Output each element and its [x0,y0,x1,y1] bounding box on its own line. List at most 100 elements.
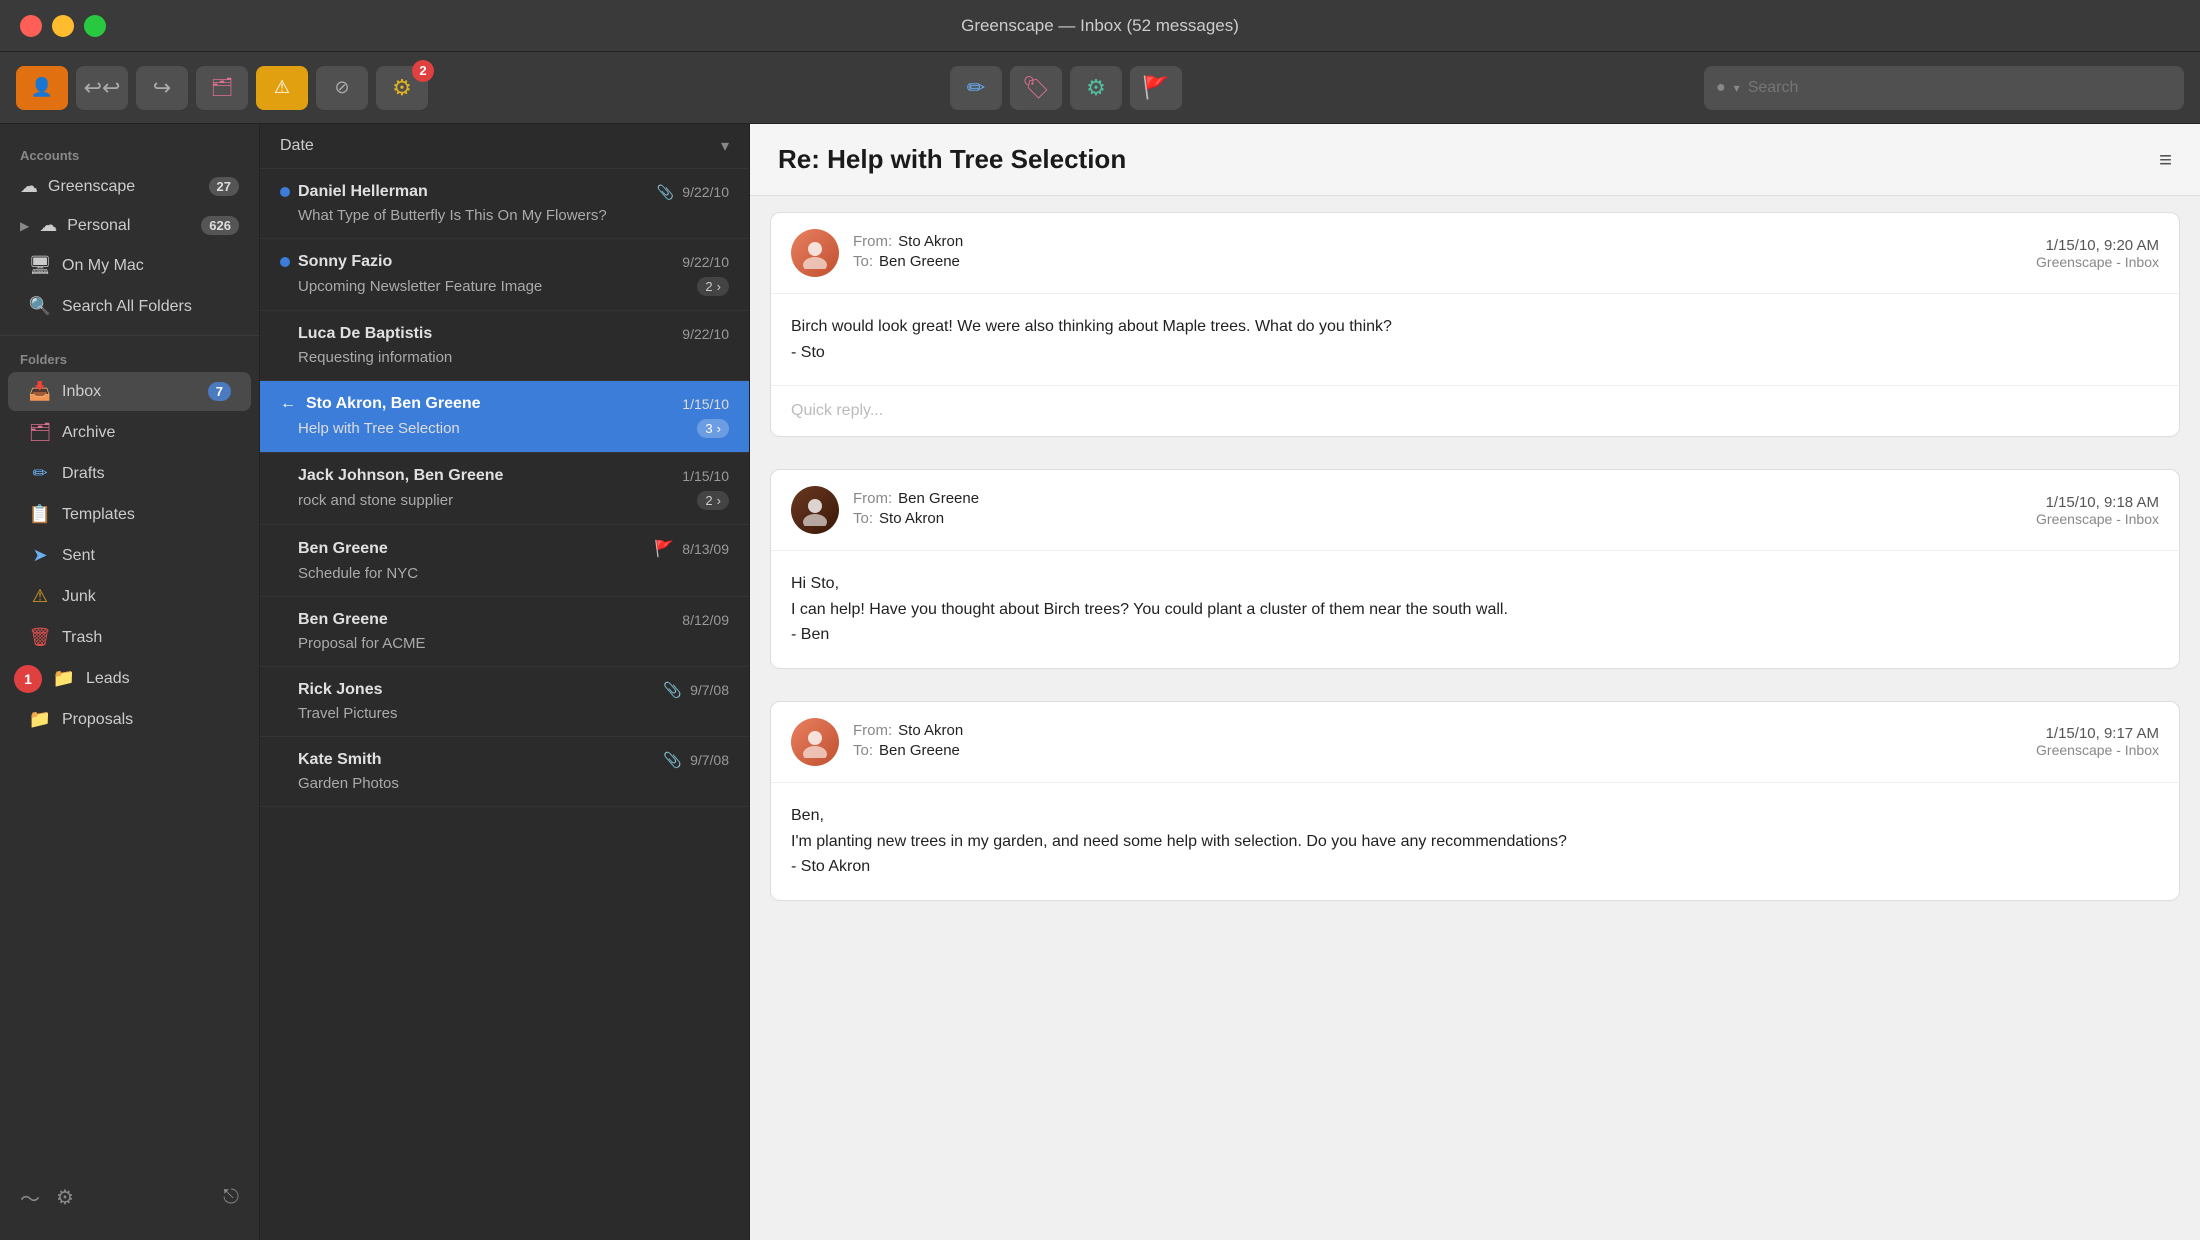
main-layout: Accounts ☁ Greenscape 27 ▶ ☁ Personal 62… [0,124,2200,1240]
archive-icon: 🗂 [211,77,234,98]
tag-icon: 🏷 [1022,75,1050,101]
leads-notification-badge: 1 [14,665,42,693]
sort-chevron-icon[interactable]: ▾ [721,136,729,156]
folders-label: Folders [0,344,259,371]
message-panel: Re: Help with Tree Selection ≡ From: Sto… [750,124,2200,1240]
sidebar-item-junk[interactable]: ⚠ Junk [8,577,251,616]
more-menu-icon[interactable]: ≡ [2159,147,2172,173]
from-name: Ben Greene [898,490,979,507]
thread-subject: Re: Help with Tree Selection [778,144,2159,175]
message-subject: Travel Pictures [280,705,729,722]
proposals-label: Proposals [62,711,231,729]
sidebar-item-templates[interactable]: 📋 Templates [8,495,251,534]
personal-icon: ☁ [39,215,57,236]
email-header: From: Sto Akron To: Ben Greene 1/15/10, … [771,702,2179,783]
sidebar-item-search-all[interactable]: 🔍 Search All Folders [8,287,251,326]
chevron-icon: › [717,421,721,436]
message-sender: Kate Smith [298,751,655,769]
sidebar-item-proposals[interactable]: 📁 Proposals [8,700,251,739]
archive-button[interactable]: 🗂 [196,66,248,110]
sidebar-item-leads[interactable]: 📁 Leads [8,659,251,698]
sidebar-item-on-my-mac[interactable]: 🖥 On My Mac [8,246,251,285]
to-label: To: [853,742,873,759]
email-account: Greenscape - Inbox [2036,254,2159,270]
list-item[interactable]: Ben Greene 🚩 8/13/09 Schedule for NYC [260,525,749,597]
archive-label: Archive [62,424,231,442]
message-subject: Requesting information [280,349,729,366]
list-item[interactable]: ← Sto Akron, Ben Greene 1/15/10 Help wit… [260,381,749,453]
quick-reply-field[interactable]: Quick reply... [771,385,2179,436]
search-area[interactable]: ● ▾ [1704,66,2184,110]
attachment-icon: 📎 [657,184,674,201]
email-account: Greenscape - Inbox [2036,742,2159,758]
tag-button[interactable]: 🏷 [1010,66,1062,110]
unread-indicator [280,257,290,267]
message-subject: What Type of Butterfly Is This On My Flo… [280,207,729,224]
sidebar-item-inbox[interactable]: 📥 Inbox 7 [8,372,251,411]
delete-button[interactable]: ⊘ [316,66,368,110]
sidebar-item-archive[interactable]: 🗂 Archive [8,413,251,452]
templates-label: Templates [62,506,231,524]
message-sender: Sto Akron, Ben Greene [306,395,674,413]
sidebar-item-greenscape[interactable]: ☁ Greenscape 27 [0,167,259,206]
list-item[interactable]: Kate Smith 📎 9/7/08 Garden Photos [260,737,749,807]
junk-button[interactable]: ⚠ [256,66,308,110]
list-item[interactable]: Ben Greene 8/12/09 Proposal for ACME [260,597,749,667]
signout-button[interactable]: ⎋ [223,1186,239,1209]
to-name: Ben Greene [879,742,960,759]
list-item[interactable]: Jack Johnson, Ben Greene 1/15/10 rock an… [260,453,749,525]
trash-label: Trash [62,629,231,647]
message-date: 9/7/08 [690,682,729,698]
greenscape-icon: ☁ [20,176,38,197]
sidebar-item-trash[interactable]: 🗑 Trash [8,618,251,657]
activity-button[interactable]: 〜 [20,1183,40,1212]
message-subject: Upcoming Newsletter Feature Image 2› [280,277,729,296]
count-badge: 2 [705,279,712,294]
greenscape-label: Greenscape [48,178,199,196]
delete-icon: ⊘ [334,77,349,98]
message-subject: rock and stone supplier 2› [280,491,729,510]
compose-button[interactable]: ✏ [950,66,1002,110]
sidebar: Accounts ☁ Greenscape 27 ▶ ☁ Personal 62… [0,124,260,1240]
rules-icon: ⚙ [1086,75,1106,101]
email-body: Birch would look great! We were also thi… [771,294,2179,385]
maximize-button[interactable] [84,15,106,37]
forward-button[interactable]: ↪ [136,66,188,110]
proposals-icon: 📁 [28,709,52,730]
search-all-icon: 🔍 [28,296,52,317]
filter-button[interactable]: ⚙ [56,1185,74,1210]
sidebar-item-drafts[interactable]: ✏ Drafts [8,454,251,493]
minimize-button[interactable] [52,15,74,37]
message-subject: Schedule for NYC [280,565,729,582]
sidebar-item-personal[interactable]: ▶ ☁ Personal 626 [0,206,259,245]
message-date: 9/22/10 [682,184,729,200]
message-sender: Daniel Hellerman [298,183,649,201]
flag-button[interactable]: 🚩 [1130,66,1182,110]
unread-indicator [280,187,290,197]
personal-label: Personal [67,217,191,235]
sort-label: Date [280,137,713,155]
message-sender: Sonny Fazio [298,253,674,271]
list-header: Date ▾ [260,124,749,169]
avatar [791,486,839,534]
list-item[interactable]: Daniel Hellerman 📎 9/22/10 What Type of … [260,169,749,239]
search-input[interactable] [1748,79,2172,97]
on-my-mac-label: On My Mac [62,257,231,275]
rules-button[interactable]: ⚙ [1070,66,1122,110]
reply-all-button[interactable]: ↩↩ [76,66,128,110]
email-meta: From: Ben Greene To: Sto Akron [853,490,2022,530]
attachment-icon: 📎 [663,681,682,699]
list-item[interactable]: Luca De Baptistis 9/22/10 Requesting inf… [260,311,749,381]
list-item[interactable]: Rick Jones 📎 9/7/08 Travel Pictures [260,667,749,737]
list-item[interactable]: Sonny Fazio 9/22/10 Upcoming Newsletter … [260,239,749,311]
count-badge: 3 [705,421,712,436]
account-button[interactable]: 👤 [16,66,68,110]
sidebar-item-sent[interactable]: ➤ Sent [8,536,251,575]
archive-folder-icon: 🗂 [28,422,52,443]
email-account: Greenscape - Inbox [2036,511,2159,527]
message-date: 1/15/10 [682,396,729,412]
from-label: From: [853,490,892,507]
email-card: From: Sto Akron To: Ben Greene 1/15/10, … [770,701,2180,901]
message-sender: Rick Jones [298,681,655,699]
close-button[interactable] [20,15,42,37]
